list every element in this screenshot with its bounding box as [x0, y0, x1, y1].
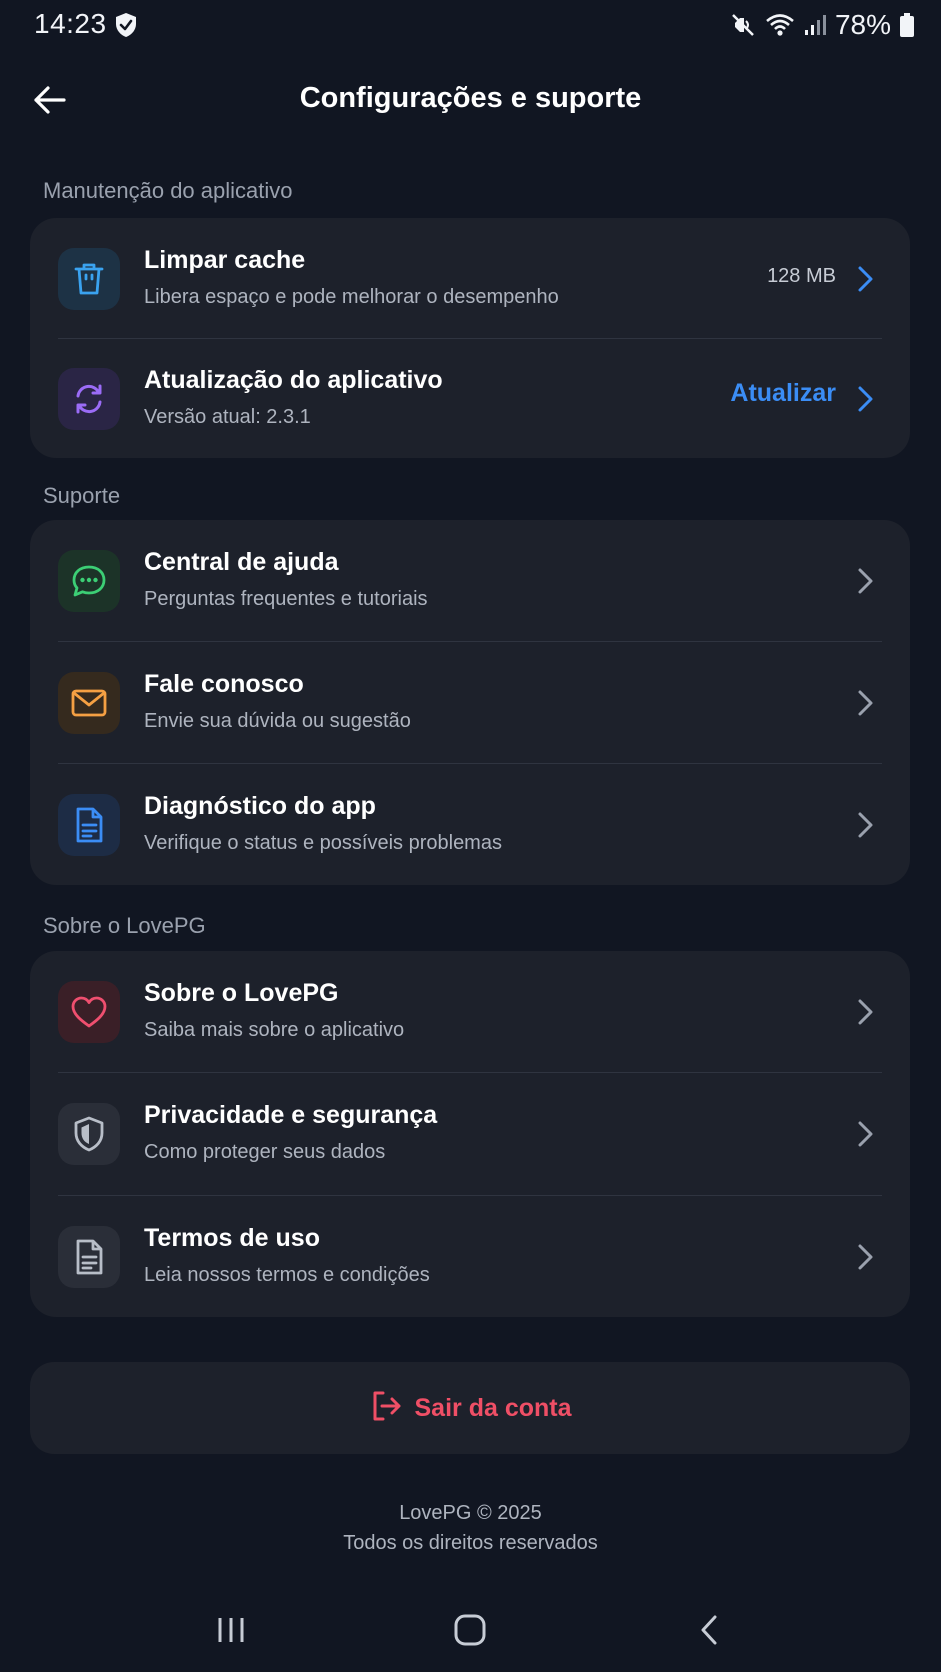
signal-icon	[803, 13, 827, 37]
clear-cache-row[interactable]: Limpar cache Libera espaço e pode melhor…	[30, 218, 910, 340]
row-subtitle: Envie sua dúvida ou sugestão	[144, 710, 411, 732]
chevron-right-icon	[850, 1240, 880, 1274]
about-lovepg-row[interactable]: Sobre o LovePG Saiba mais sobre o aplica…	[30, 951, 910, 1073]
recent-apps-icon	[214, 1613, 248, 1652]
recent-apps-button[interactable]	[201, 1610, 261, 1654]
section-label-maintenance: Manutenção do aplicativo	[43, 178, 293, 203]
back-icon	[693, 1613, 727, 1652]
nav-back-button[interactable]	[680, 1610, 740, 1654]
row-title: Atualização do aplicativo	[144, 366, 443, 394]
section-label-support: Suporte	[43, 483, 121, 508]
status-time: 14:23	[34, 8, 107, 39]
chevron-right-icon	[850, 686, 880, 720]
app-bar: Configurações e suporte	[0, 60, 941, 140]
page-title: Configurações e suporte	[299, 82, 642, 114]
row-title: Central de ajuda	[144, 548, 339, 576]
update-button[interactable]: Atualizar	[730, 379, 836, 408]
chevron-right-icon	[850, 808, 880, 842]
trash-icon	[58, 248, 120, 310]
row-title: Privacidade e segurança	[144, 1101, 438, 1129]
help-center-row[interactable]: Central de ajuda Perguntas frequentes e …	[30, 520, 910, 642]
cache-size-value: 128 MB	[767, 265, 836, 287]
support-card: Central de ajuda Perguntas frequentes e …	[30, 520, 910, 885]
home-button[interactable]	[440, 1610, 500, 1654]
terms-of-use-row[interactable]: Termos de uso Leia nossos termos e condi…	[30, 1196, 910, 1318]
home-icon	[453, 1613, 487, 1652]
row-subtitle: Verifique o status e possíveis problemas	[144, 832, 502, 854]
row-subtitle: Leia nossos termos e condições	[144, 1264, 430, 1286]
row-subtitle: Perguntas frequentes e tutoriais	[144, 588, 428, 610]
about-card: Sobre o LovePG Saiba mais sobre o aplica…	[30, 951, 910, 1317]
row-subtitle: Saiba mais sobre o aplicativo	[144, 1019, 405, 1041]
app-update-row[interactable]: Atualização do aplicativo Versão atual: …	[30, 338, 910, 460]
chat-icon	[58, 550, 120, 612]
chevron-right-icon	[850, 564, 880, 598]
wifi-icon	[765, 12, 795, 38]
battery-percent: 78%	[834, 9, 891, 40]
chevron-right-icon	[850, 262, 880, 296]
privacy-security-row[interactable]: Privacidade e segurança Como proteger se…	[30, 1073, 910, 1195]
mail-icon	[58, 672, 120, 734]
shield-check-icon	[114, 12, 140, 38]
chevron-right-icon	[850, 995, 880, 1029]
section-label-about: Sobre o LovePG	[43, 913, 206, 938]
footer-copyright: LovePG © 2025	[399, 1502, 542, 1524]
footer-rights: Todos os direitos reservados	[343, 1532, 598, 1554]
refresh-icon	[58, 368, 120, 430]
system-nav-bar	[0, 1592, 941, 1672]
mute-icon	[729, 11, 757, 39]
row-title: Diagnóstico do app	[144, 792, 376, 820]
row-title: Termos de uso	[144, 1224, 320, 1252]
maintenance-card: Limpar cache Libera espaço e pode melhor…	[30, 218, 910, 458]
row-subtitle: Libera espaço e pode melhorar o desempen…	[144, 286, 559, 308]
chevron-right-icon	[850, 1117, 880, 1151]
row-title: Sobre o LovePG	[144, 979, 339, 1007]
app-version-text: Versão atual: 2.3.1	[144, 406, 311, 428]
row-title: Limpar cache	[144, 246, 306, 274]
status-bar: 14:23 78%	[0, 0, 941, 52]
app-diagnostics-row[interactable]: Diagnóstico do app Verifique o status e …	[30, 764, 910, 886]
heart-icon	[58, 981, 120, 1043]
document-icon	[58, 794, 120, 856]
shield-icon	[58, 1103, 120, 1165]
row-title: Fale conosco	[144, 670, 304, 698]
row-subtitle: Como proteger seus dados	[144, 1141, 386, 1163]
contact-us-row[interactable]: Fale conosco Envie sua dúvida ou sugestã…	[30, 642, 910, 764]
battery-icon	[899, 12, 915, 38]
logout-button[interactable]: Sair da conta	[30, 1362, 910, 1454]
logout-icon	[369, 1389, 403, 1428]
chevron-right-icon	[850, 382, 880, 416]
logout-label: Sair da conta	[414, 1393, 572, 1422]
terms-icon	[58, 1226, 120, 1288]
